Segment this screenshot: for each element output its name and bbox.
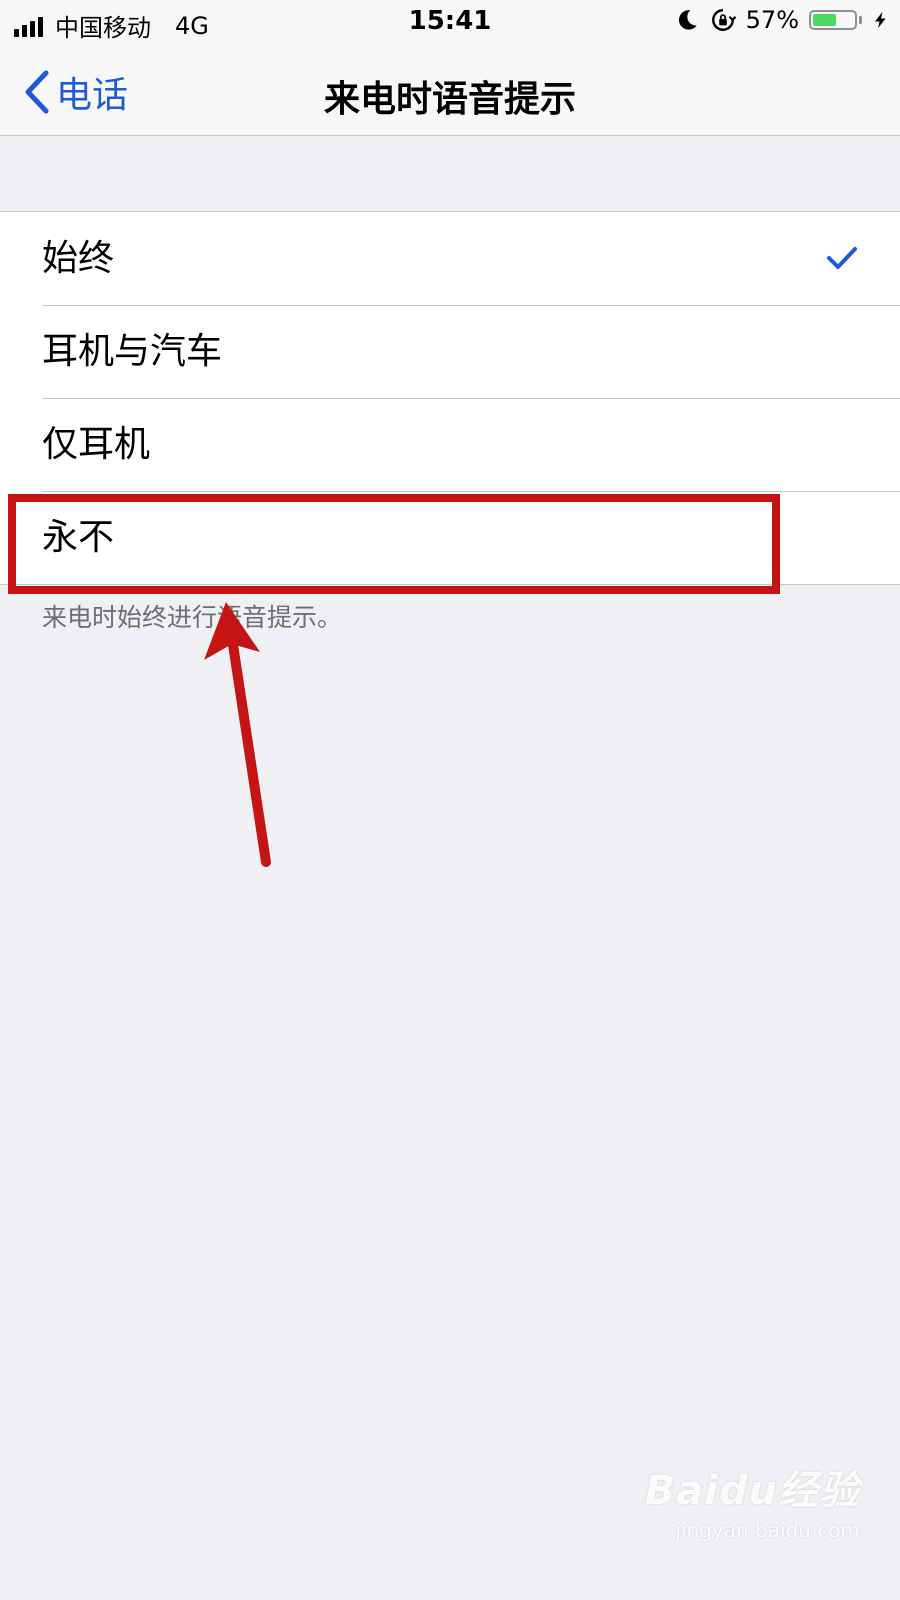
option-always[interactable]: 始终 [0, 212, 900, 305]
option-never[interactable]: 永不 [0, 491, 900, 584]
watermark: Baidu经验 jingyan.baidu.com [645, 1458, 860, 1542]
option-label: 永不 [42, 517, 115, 558]
option-headphones-only[interactable]: 仅耳机 [0, 398, 900, 491]
options-list: 始终 耳机与汽车 仅耳机 永不 [0, 211, 900, 585]
battery-fill [813, 14, 836, 26]
bolt-icon [875, 11, 886, 29]
status-right: 57% [674, 6, 890, 34]
battery-icon [809, 10, 862, 30]
option-label: 耳机与汽车 [42, 331, 223, 372]
navigation-bar: 电话 来电时语音提示 [0, 48, 900, 136]
checkmark-icon [827, 247, 857, 269]
page-title: 来电时语音提示 [323, 79, 576, 120]
watermark-url: jingyan.baidu.com [675, 1518, 860, 1542]
lock-rotation-icon [711, 9, 736, 31]
moon-icon [678, 10, 697, 30]
option-label: 仅耳机 [42, 424, 151, 465]
option-headphones-and-car[interactable]: 耳机与汽车 [0, 305, 900, 398]
status-bar: 中国移动 4G 15:41 57% [0, 0, 900, 48]
battery-percent: 57% [745, 6, 799, 34]
watermark-brand: Baidu经验 [644, 1468, 860, 1514]
footer-note: 来电时始终进行语音提示。 [42, 603, 343, 632]
option-label: 始终 [42, 238, 115, 279]
